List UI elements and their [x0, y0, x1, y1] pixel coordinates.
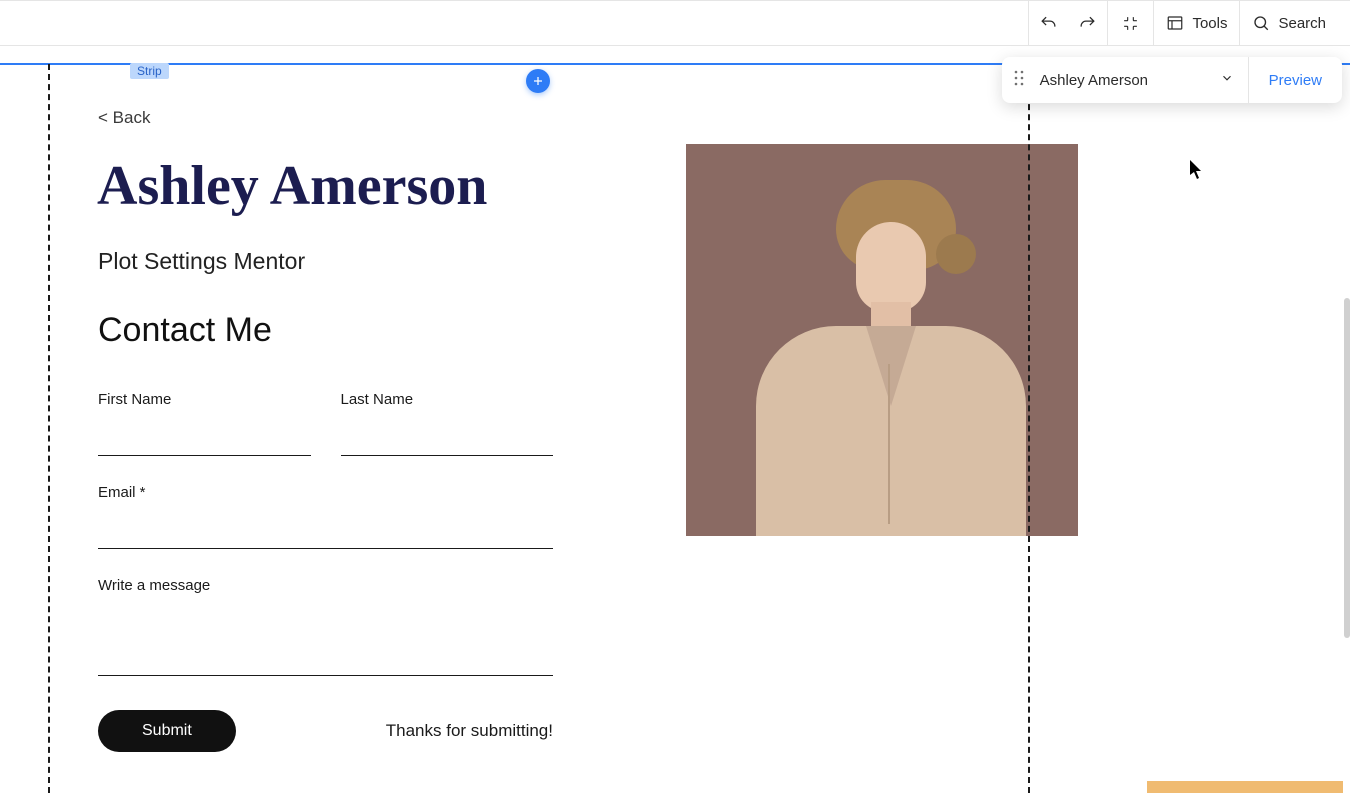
- message-field-wrap: Write a message: [98, 577, 553, 676]
- message-label: Write a message: [98, 577, 553, 594]
- page-name-dropdown[interactable]: Ashley Amerson: [1036, 72, 1206, 89]
- contact-heading[interactable]: Contact Me: [98, 311, 272, 350]
- redo-button[interactable]: [1068, 1, 1107, 45]
- email-input[interactable]: [98, 523, 553, 549]
- redo-icon: [1078, 14, 1097, 33]
- layout-icon: [1166, 14, 1184, 32]
- history-group: [1028, 1, 1107, 45]
- last-name-input[interactable]: [341, 430, 554, 456]
- portrait-button-line: [888, 364, 890, 524]
- collapse-button[interactable]: [1107, 1, 1153, 45]
- thanks-text: Thanks for submitting!: [386, 721, 553, 741]
- first-name-input[interactable]: [98, 430, 311, 456]
- search-button[interactable]: Search: [1239, 1, 1338, 45]
- page-title[interactable]: Ashley Amerson: [97, 154, 487, 218]
- contact-form: First Name Last Name Email * Write a mes…: [98, 391, 553, 752]
- portrait-face: [856, 222, 926, 312]
- chevron-down-icon: [1220, 71, 1234, 85]
- back-link[interactable]: < Back: [98, 108, 150, 128]
- email-label: Email *: [98, 484, 553, 501]
- first-name-label: First Name: [98, 391, 311, 408]
- search-icon: [1252, 14, 1270, 32]
- bottom-accent-block: [1147, 781, 1343, 793]
- portrait-bun: [936, 234, 976, 274]
- undo-button[interactable]: [1028, 1, 1068, 45]
- portrait-image[interactable]: [686, 144, 1078, 536]
- first-name-field-wrap: First Name: [98, 391, 311, 456]
- search-label: Search: [1278, 15, 1326, 32]
- page-content: < Back Ashley Amerson Plot Settings Ment…: [0, 86, 1350, 793]
- email-field-wrap: Email *: [98, 484, 553, 549]
- page-dropdown-toggle[interactable]: [1206, 71, 1248, 90]
- canvas[interactable]: Strip < Back Ashley Amerson Plot Setting…: [0, 46, 1350, 793]
- tools-label: Tools: [1192, 15, 1227, 32]
- drag-handle[interactable]: [1002, 70, 1036, 91]
- scrollbar[interactable]: [1344, 298, 1350, 638]
- collapse-icon: [1122, 15, 1139, 32]
- tools-button[interactable]: Tools: [1153, 1, 1239, 45]
- preview-button[interactable]: Preview: [1248, 57, 1342, 103]
- drag-icon: [1014, 70, 1024, 86]
- strip-tag[interactable]: Strip: [130, 63, 169, 79]
- last-name-label: Last Name: [341, 391, 554, 408]
- subtitle[interactable]: Plot Settings Mentor: [98, 248, 305, 275]
- page-selector: Ashley Amerson Preview: [1002, 57, 1342, 103]
- message-input[interactable]: [98, 616, 553, 676]
- undo-icon: [1039, 14, 1058, 33]
- submit-button[interactable]: Submit: [98, 710, 236, 752]
- top-toolbar: Tools Search: [0, 0, 1350, 46]
- last-name-field-wrap: Last Name: [341, 391, 554, 456]
